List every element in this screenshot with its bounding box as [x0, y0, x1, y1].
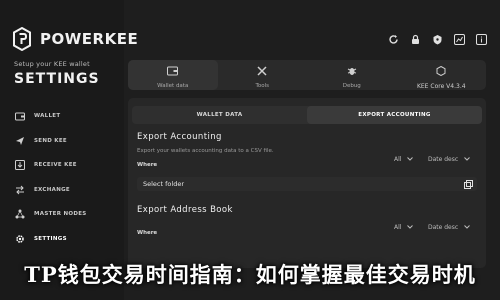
folder-select-field[interactable]: Select folder — [137, 177, 477, 191]
setup-text: Setup your KEE wallet — [14, 60, 90, 68]
sort-value: Date desc — [428, 156, 459, 163]
filter-value: All — [394, 224, 402, 231]
wallet-icon — [14, 110, 26, 122]
settings-tabs: Wallet data Tools Debug KEE Core V4.3.4 — [128, 60, 486, 90]
sidebar-item-label: RECEIVE KEE — [34, 162, 77, 168]
export-accounting-description: Export your wallets accounting data to a… — [137, 148, 274, 154]
sidebar-item-label: SEND KEE — [34, 137, 67, 144]
where-label: Where — [137, 162, 158, 168]
external-link-icon[interactable] — [463, 179, 473, 189]
sort-dropdown[interactable]: Date desc — [428, 156, 471, 163]
tab-label: Debug — [342, 83, 361, 89]
kee-core-icon — [436, 61, 446, 80]
top-toolbar — [124, 24, 500, 54]
info-icon[interactable] — [474, 32, 488, 46]
folder-value: Select folder — [143, 180, 184, 188]
sort-dropdown[interactable]: Date desc — [428, 224, 471, 231]
chart-icon[interactable] — [452, 32, 466, 46]
powerkee-logo-icon — [12, 27, 32, 51]
sidebar-item-receive-kee[interactable]: RECEIVE KEE — [8, 153, 118, 177]
tab-label: Wallet data — [157, 83, 189, 89]
sidebar-item-send-kee[interactable]: SEND KEE — [8, 129, 118, 153]
chevron-down-icon — [407, 156, 414, 163]
export-address-book-title: Export Address Book — [137, 205, 233, 215]
sort-value: Date desc — [428, 224, 459, 231]
filter-value: All — [394, 156, 402, 163]
gear-icon — [14, 233, 26, 245]
title-banner: TP钱包交易时间指南：如何掌握最佳交易时机 — [0, 248, 500, 300]
lock-icon[interactable] — [408, 32, 422, 46]
tab-tools[interactable]: Tools — [218, 60, 308, 90]
wallet-data-icon — [167, 61, 179, 80]
subtab-export-accounting[interactable]: EXPORT ACCOUNTING — [307, 106, 482, 124]
tools-icon — [257, 61, 267, 80]
sidebar-item-master-nodes[interactable]: MASTER NODES — [8, 202, 118, 226]
tab-wallet-data[interactable]: Wallet data — [128, 60, 218, 90]
debug-icon — [347, 61, 357, 80]
settings-panel: WALLET DATA EXPORT ACCOUNTING Export Acc… — [128, 98, 486, 268]
banner-text: TP钱包交易时间指南：如何掌握最佳交易时机 — [24, 262, 476, 287]
send-icon — [14, 135, 26, 147]
sidebar-item-label: EXCHANGE — [34, 186, 70, 193]
receive-icon — [14, 159, 26, 171]
sidebar-item-label: MASTER NODES — [34, 211, 87, 217]
subtab-wallet-data[interactable]: WALLET DATA — [132, 106, 307, 124]
sidebar-item-settings[interactable]: SETTINGS — [8, 227, 118, 251]
sidebar-item-label: WALLET — [34, 113, 61, 119]
sidebar-item-wallet[interactable]: WALLET — [8, 104, 118, 128]
page-title: SETTINGS — [14, 71, 100, 87]
tab-debug[interactable]: Debug — [307, 60, 397, 90]
chevron-down-icon — [464, 224, 471, 231]
filter-dropdown[interactable]: All — [394, 224, 414, 231]
chevron-down-icon — [464, 156, 471, 163]
refresh-icon[interactable] — [386, 32, 400, 46]
nodes-icon — [14, 208, 26, 220]
sidebar-item-exchange[interactable]: EXCHANGE — [8, 178, 118, 202]
filter-dropdown[interactable]: All — [394, 156, 414, 163]
sidebar-nav: WALLET SEND KEE RECEIVE KEE EXCHANGE MAS… — [8, 104, 118, 251]
exchange-icon — [14, 184, 26, 196]
tab-label: KEE Core V4.3.4 — [416, 82, 466, 90]
panel-subtabs: WALLET DATA EXPORT ACCOUNTING — [132, 106, 482, 124]
tab-label: Tools — [255, 83, 270, 89]
sidebar-item-label: SETTINGS — [34, 235, 67, 242]
where-label: Where — [137, 230, 158, 236]
brand: POWERKEE — [12, 27, 138, 51]
tab-kee-core[interactable]: KEE Core V4.3.4 — [397, 60, 487, 90]
security-icon[interactable] — [430, 32, 444, 46]
chevron-down-icon — [407, 224, 414, 231]
export-accounting-title: Export Accounting — [137, 132, 222, 142]
